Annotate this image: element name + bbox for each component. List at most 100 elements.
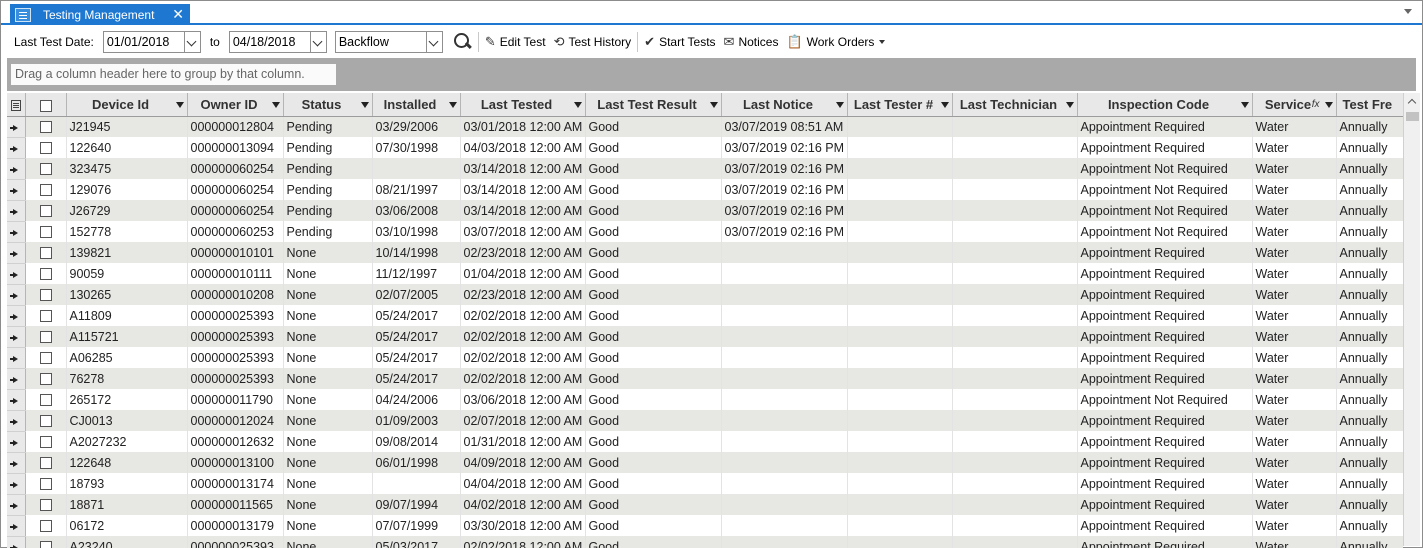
column-header-last-technician[interactable]: Last Technician — [952, 93, 1078, 117]
device-type-value[interactable]: Backflow — [336, 35, 426, 49]
row-select-cell[interactable] — [25, 389, 67, 410]
from-date-picker[interactable]: 01/01/2018 — [102, 30, 201, 53]
search-icon[interactable] — [451, 31, 473, 53]
chevron-down-icon[interactable] — [309, 31, 326, 52]
cell-last-technician[interactable] — [952, 473, 1078, 494]
row-select-cell[interactable] — [25, 473, 67, 494]
row-select-cell[interactable] — [25, 158, 67, 179]
cell-last-notice[interactable] — [721, 515, 848, 536]
cell-installed[interactable]: 03/06/2008 — [372, 200, 461, 221]
cell-last-technician[interactable] — [952, 536, 1078, 548]
cell-last-test-result[interactable]: Good — [585, 284, 722, 305]
cell-owner-id[interactable]: 000000013179 — [187, 515, 284, 536]
cell-status[interactable]: None — [283, 452, 373, 473]
cell-installed[interactable]: 02/07/2005 — [372, 284, 461, 305]
cell-installed[interactable]: 06/01/1998 — [372, 452, 461, 473]
cell-inspection-code[interactable]: Appointment Required — [1077, 536, 1253, 548]
cell-service[interactable]: Water — [1252, 263, 1337, 284]
device-type-select[interactable]: Backflow — [334, 30, 443, 53]
cell-installed[interactable]: 05/24/2017 — [372, 347, 461, 368]
column-header-last-notice[interactable]: Last Notice — [721, 93, 848, 117]
close-icon[interactable]: ✕ — [172, 6, 184, 22]
cell-device-id[interactable]: A23240 — [66, 536, 188, 548]
group-by-panel[interactable]: Drag a column header here to group by th… — [7, 58, 1416, 91]
cell-last-tester[interactable] — [847, 410, 953, 431]
cell-last-test-result[interactable]: Good — [585, 536, 722, 548]
cell-last-test-result[interactable]: Good — [585, 473, 722, 494]
row-checkbox[interactable] — [39, 142, 52, 155]
scroll-thumb[interactable] — [1406, 112, 1419, 121]
column-header-service[interactable]: Service fx — [1252, 93, 1337, 117]
filter-icon[interactable] — [360, 102, 369, 108]
cell-inspection-code[interactable]: Appointment Required — [1077, 137, 1253, 158]
cell-last-notice[interactable]: 03/07/2019 02:16 PM — [721, 179, 848, 200]
cell-last-test-result[interactable]: Good — [585, 242, 722, 263]
cell-device-id[interactable]: 18871 — [66, 494, 188, 515]
cell-last-tested[interactable]: 02/02/2018 12:00 AM — [460, 368, 586, 389]
row-indicator[interactable] — [7, 389, 26, 411]
cell-device-id[interactable]: J21945 — [66, 116, 188, 137]
row-select-cell[interactable] — [25, 284, 67, 305]
cell-device-id[interactable]: 122648 — [66, 452, 188, 473]
table-row[interactable]: CJ0013 000000012024 None 01/09/2003 02/07/20… — [7, 410, 1403, 432]
cell-status[interactable]: Pending — [283, 137, 373, 158]
column-header-status[interactable]: Status — [283, 93, 373, 117]
row-checkbox[interactable] — [39, 436, 52, 449]
filter-icon[interactable] — [271, 102, 280, 108]
table-row[interactable]: A2027232 000000012632 None 09/08/2014 01/31/… — [7, 431, 1403, 453]
cell-last-tester[interactable] — [847, 368, 953, 389]
table-row[interactable]: 18793 000000013174 None 04/04/2018 12:00 AM… — [7, 473, 1403, 495]
cell-last-tested[interactable]: 03/14/2018 12:00 AM — [460, 158, 586, 179]
table-row[interactable]: A06285 000000025393 None 05/24/2017 02/02/20… — [7, 347, 1403, 369]
table-row[interactable]: 122648 000000013100 None 06/01/1998 04/09/20… — [7, 452, 1403, 474]
row-checkbox[interactable] — [39, 268, 52, 281]
cell-service[interactable]: Water — [1252, 200, 1337, 221]
filter-icon[interactable] — [940, 102, 949, 108]
row-checkbox[interactable] — [39, 205, 52, 218]
cell-owner-id[interactable]: 000000060253 — [187, 221, 284, 242]
cell-last-tested[interactable]: 03/06/2018 12:00 AM — [460, 389, 586, 410]
cell-test-frequency[interactable]: Annually — [1336, 410, 1403, 431]
table-row[interactable]: A11809 000000025393 None 05/24/2017 02/02/20… — [7, 305, 1403, 327]
cell-last-technician[interactable] — [952, 242, 1078, 263]
cell-installed[interactable]: 03/29/2006 — [372, 116, 461, 137]
cell-device-id[interactable]: 139821 — [66, 242, 188, 263]
cell-last-tested[interactable]: 02/02/2018 12:00 AM — [460, 347, 586, 368]
cell-last-tester[interactable] — [847, 242, 953, 263]
cell-test-frequency[interactable]: Annually — [1336, 389, 1403, 410]
row-checkbox[interactable] — [39, 247, 52, 260]
cell-last-notice[interactable] — [721, 452, 848, 473]
cell-owner-id[interactable]: 000000013100 — [187, 452, 284, 473]
cell-last-technician[interactable] — [952, 137, 1078, 158]
cell-last-tested[interactable]: 03/30/2018 12:00 AM — [460, 515, 586, 536]
cell-service[interactable]: Water — [1252, 473, 1337, 494]
notices-button[interactable]: ✉ Notices — [724, 31, 779, 53]
cell-test-frequency[interactable]: Annually — [1336, 452, 1403, 473]
cell-last-tested[interactable]: 03/14/2018 12:00 AM — [460, 179, 586, 200]
cell-owner-id[interactable]: 000000010208 — [187, 284, 284, 305]
work-orders-button[interactable]: 📋 Work Orders — [786, 31, 886, 53]
cell-status[interactable]: None — [283, 284, 373, 305]
cell-service[interactable]: Water — [1252, 242, 1337, 263]
cell-last-tested[interactable]: 03/07/2018 12:00 AM — [460, 221, 586, 242]
cell-owner-id[interactable]: 000000025393 — [187, 326, 284, 347]
cell-test-frequency[interactable]: Annually — [1336, 536, 1403, 548]
cell-status[interactable]: None — [283, 368, 373, 389]
cell-owner-id[interactable]: 000000013094 — [187, 137, 284, 158]
column-header-inspection-code[interactable]: Inspection Code — [1077, 93, 1253, 117]
cell-last-test-result[interactable]: Good — [585, 326, 722, 347]
cell-status[interactable]: None — [283, 326, 373, 347]
row-indicator[interactable] — [7, 137, 26, 159]
cell-last-technician[interactable] — [952, 389, 1078, 410]
cell-last-technician[interactable] — [952, 221, 1078, 242]
cell-last-tester[interactable] — [847, 221, 953, 242]
row-checkbox[interactable] — [39, 163, 52, 176]
cell-last-notice[interactable]: 03/07/2019 02:16 PM — [721, 221, 848, 242]
table-row[interactable]: A23240 000000025393 None 05/03/2017 02/02/20… — [7, 536, 1403, 548]
cell-last-technician[interactable] — [952, 326, 1078, 347]
row-select-cell[interactable] — [25, 200, 67, 221]
row-checkbox[interactable] — [39, 373, 52, 386]
cell-last-tested[interactable]: 02/23/2018 12:00 AM — [460, 284, 586, 305]
filter-icon[interactable] — [1324, 102, 1333, 108]
cell-last-tested[interactable]: 02/02/2018 12:00 AM — [460, 305, 586, 326]
